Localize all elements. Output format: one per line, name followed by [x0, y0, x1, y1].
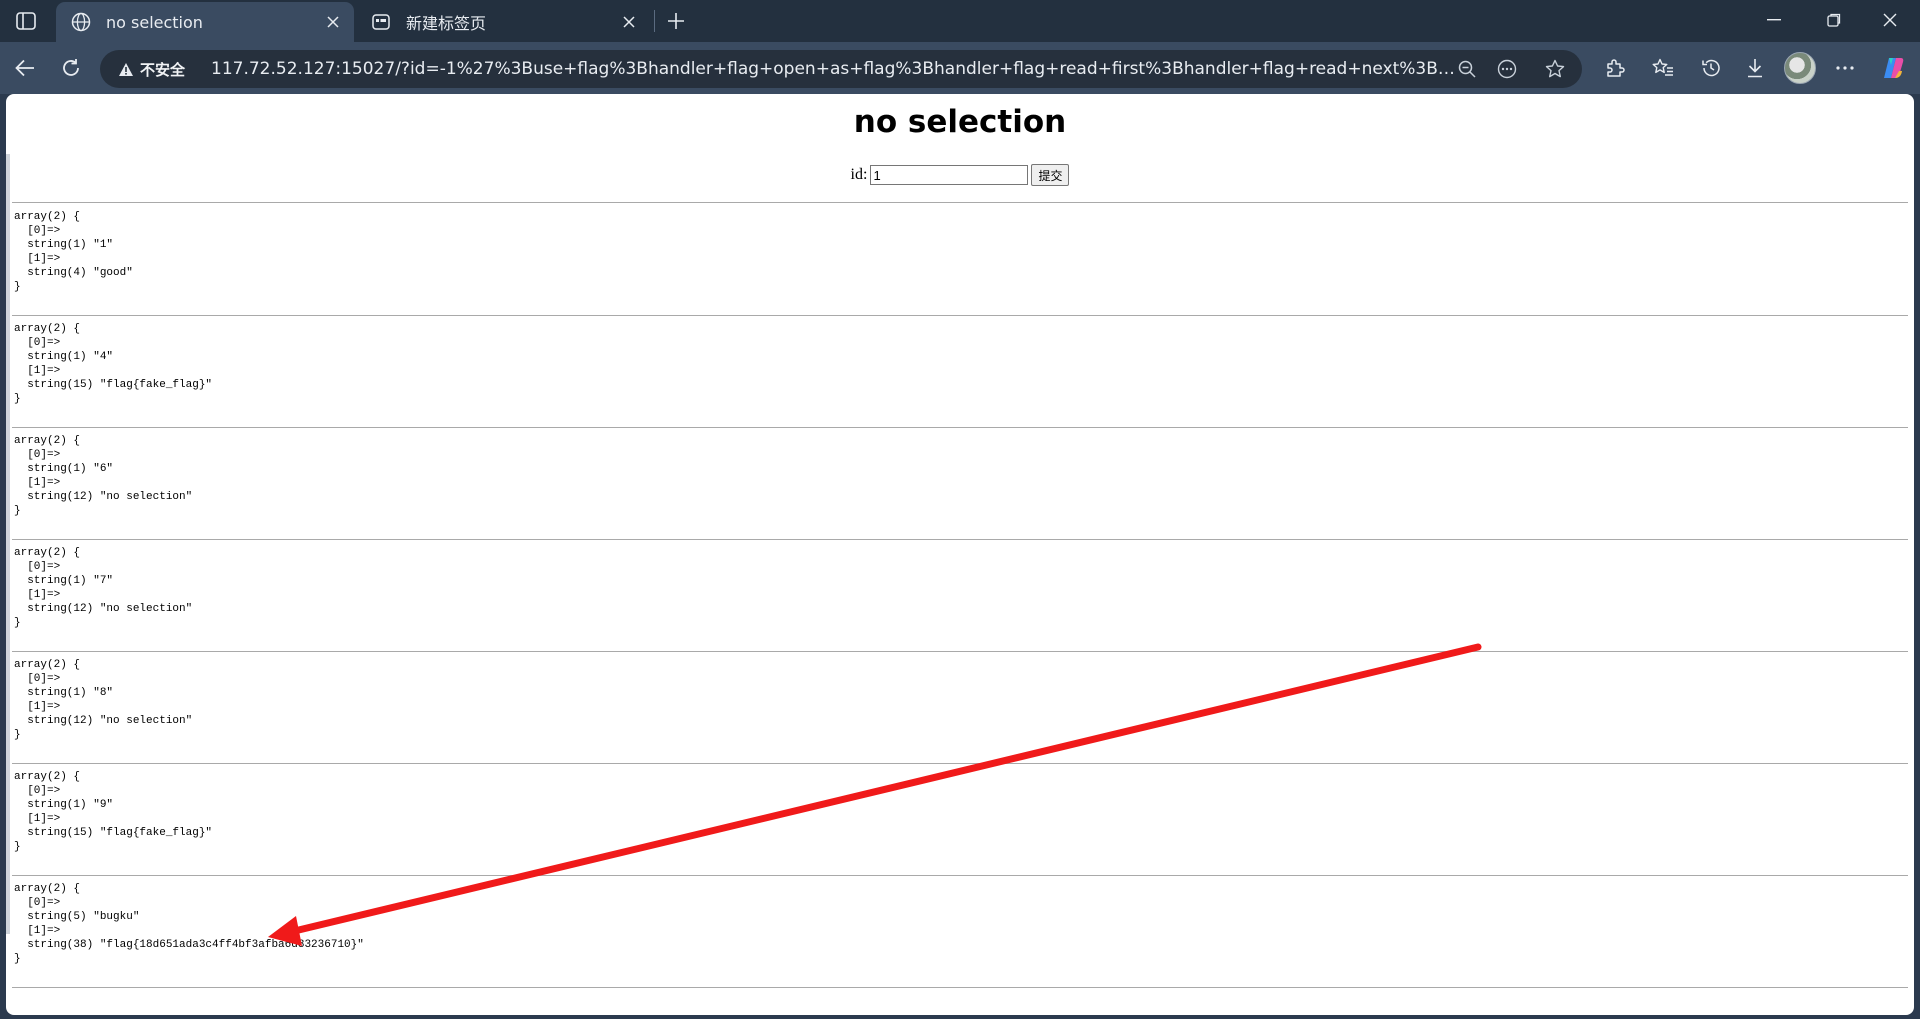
warning-icon: [119, 62, 133, 76]
divider: [12, 875, 1908, 876]
id-input[interactable]: [870, 165, 1029, 185]
favorites-button[interactable]: [1646, 51, 1680, 85]
plus-icon: [668, 13, 684, 29]
divider: [12, 202, 1908, 203]
more-horizontal-icon: [1836, 66, 1854, 70]
id-label: id:: [850, 166, 868, 183]
zoom-out-icon[interactable]: [1452, 54, 1482, 84]
var-dump-3: array(2) { [0]=> string(1) "6" [1]=> str…: [14, 435, 193, 517]
copilot-icon: [1884, 58, 1904, 78]
globe-icon: [70, 11, 92, 33]
var-dump-7: array(2) { [0]=> string(5) "bugku" [1]=>…: [14, 883, 364, 965]
address-bar[interactable]: 不安全 117.72.52.127:15027/?id=-1%27%3Buse+…: [100, 50, 1582, 88]
divider: [12, 987, 1908, 988]
divider: [12, 539, 1908, 540]
var-dump-2: array(2) { [0]=> string(1) "4" [1]=> str…: [14, 323, 213, 405]
favorites-list-icon: [1652, 58, 1673, 76]
divider: [12, 651, 1908, 652]
divider: [12, 315, 1908, 316]
left-edge-strip: [6, 154, 10, 934]
tab-title: no selection: [106, 12, 203, 32]
back-button[interactable]: [8, 51, 42, 85]
profile-avatar[interactable]: [1784, 52, 1816, 84]
tab-strip: no selection 新建标签页: [0, 0, 1920, 42]
close-icon[interactable]: [618, 11, 640, 33]
puzzle-icon: [1607, 59, 1625, 77]
reload-icon: [63, 59, 79, 76]
url-text[interactable]: 117.72.52.127:15027/?id=-1%27%3Buse+flag…: [211, 59, 1461, 79]
restore-button[interactable]: [1806, 0, 1862, 40]
id-form: id: 提交: [6, 164, 1914, 186]
minimize-icon: [1767, 19, 1781, 21]
tab-new-tab[interactable]: 新建标签页: [356, 2, 650, 42]
security-label: 不安全: [140, 60, 186, 79]
settings-menu-button[interactable]: [1828, 51, 1862, 85]
more-options-circle-icon[interactable]: [1492, 54, 1522, 84]
close-icon: [1883, 13, 1897, 27]
var-dump-6: array(2) { [0]=> string(1) "9" [1]=> str…: [14, 771, 213, 853]
downloads-button[interactable]: [1738, 51, 1772, 85]
divider: [12, 763, 1908, 764]
annotation-arrow: [268, 643, 1482, 946]
var-dump-4: array(2) { [0]=> string(1) "7" [1]=> str…: [14, 547, 193, 629]
divider: [12, 427, 1908, 428]
toolbar: 不安全 117.72.52.127:15027/?id=-1%27%3Buse+…: [0, 42, 1920, 94]
copilot-button[interactable]: [1876, 51, 1910, 85]
reload-button[interactable]: [54, 51, 88, 85]
new-tab-page-icon: [370, 11, 392, 33]
extensions-button[interactable]: [1598, 51, 1632, 85]
page-viewport: no selection id: 提交 array(2) { [0]=> str…: [6, 94, 1914, 1015]
security-indicator[interactable]: 不安全: [110, 56, 193, 82]
history-button[interactable]: [1694, 51, 1728, 85]
history-icon: [1702, 59, 1720, 77]
new-tab-button[interactable]: [660, 6, 692, 36]
favorite-star-icon[interactable]: [1540, 54, 1570, 84]
tab-separator: [654, 10, 655, 32]
tab-title: 新建标签页: [406, 14, 487, 33]
restore-icon: [1827, 13, 1841, 27]
var-dump-1: array(2) { [0]=> string(1) "1" [1]=> str…: [14, 211, 133, 293]
sidebar-toggle-icon[interactable]: [10, 8, 42, 34]
annotation-arrow-shaft: [278, 643, 1482, 938]
back-arrow-icon: [15, 59, 34, 77]
tab-no-selection[interactable]: no selection: [56, 2, 354, 42]
download-icon: [1748, 59, 1762, 78]
close-icon[interactable]: [322, 11, 344, 33]
minimize-button[interactable]: [1746, 0, 1802, 40]
page-title: no selection: [853, 104, 1067, 140]
submit-button[interactable]: 提交: [1031, 164, 1070, 186]
var-dump-5: array(2) { [0]=> string(1) "8" [1]=> str…: [14, 659, 193, 741]
window-close-button[interactable]: [1862, 0, 1918, 40]
